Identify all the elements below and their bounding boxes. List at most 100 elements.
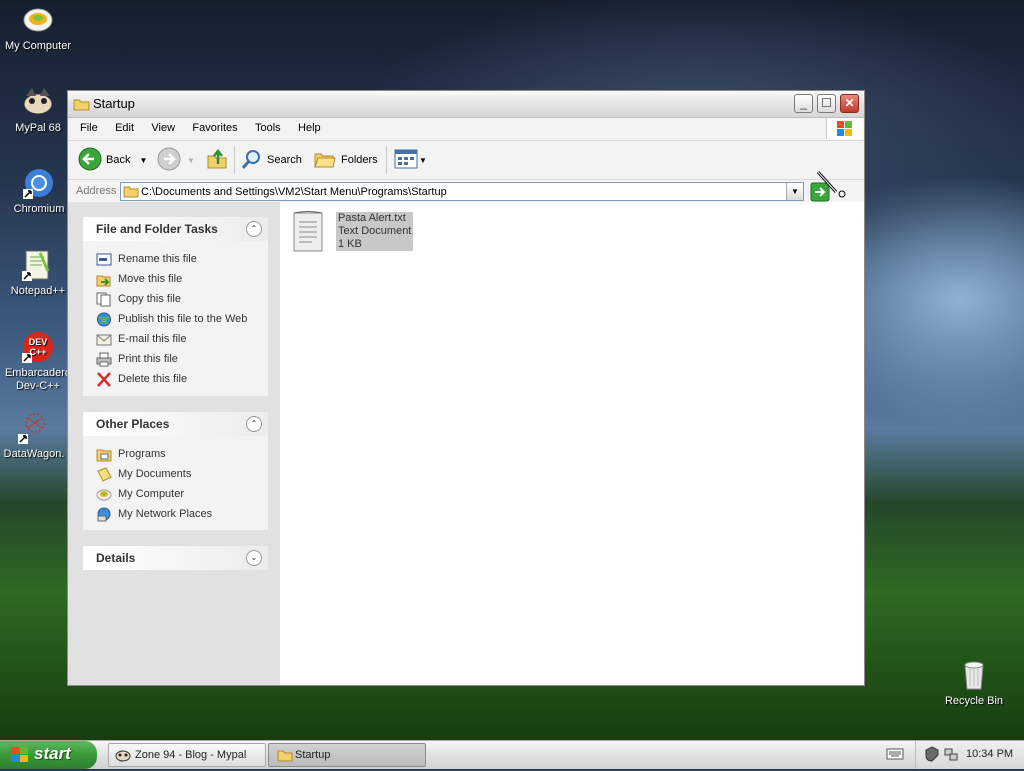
panel-header[interactable]: File and Folder Tasks ⌃ (83, 217, 268, 241)
desktop-icon-label: Notepad++ (10, 285, 66, 297)
place-my-network-places[interactable]: My Network Places (83, 504, 268, 524)
address-dropdown-icon[interactable]: ▼ (786, 183, 803, 200)
details-panel: Details ⌄ (83, 546, 268, 570)
close-button[interactable]: ✕ (840, 94, 859, 113)
forward-button[interactable]: ▼ (157, 147, 195, 172)
desktop-icon-my-computer[interactable]: My Computer (0, 4, 76, 53)
views-button[interactable]: ▼ (394, 148, 427, 172)
desktop-icon-datawagon[interactable]: DataWagon. (0, 412, 72, 461)
task-pane: File and Folder Tasks ⌃ Rename this file… (68, 202, 280, 685)
task-label: E-mail this file (118, 333, 187, 345)
task-rename[interactable]: Rename this file (83, 249, 268, 269)
desktop-icon-devcpp[interactable]: DEV C++ Embarcadero Dev-C++ (0, 331, 76, 393)
task-label: Delete this file (118, 373, 188, 385)
panel-title: Other Places (96, 417, 170, 431)
folders-label: Folders (341, 154, 378, 166)
task-label: Publish this file to the Web (118, 313, 248, 325)
panel-header[interactable]: Details ⌄ (83, 546, 268, 570)
task-copy[interactable]: Copy this file (83, 289, 268, 309)
expand-icon[interactable]: ⌄ (246, 550, 262, 566)
folders-icon (314, 148, 336, 173)
desktop-icon-recycle-bin[interactable]: Recycle Bin (936, 659, 1012, 708)
file-details: Pasta Alert.txt Text Document 1 KB (336, 212, 414, 251)
taskbar-item-label: Startup (295, 749, 331, 761)
mouse-cursor-icon (816, 170, 848, 205)
security-shield-icon[interactable] (924, 746, 940, 765)
desktop-icon-chromium[interactable]: Chromium (1, 167, 77, 216)
my-computer-icon (96, 487, 112, 502)
menu-edit[interactable]: Edit (108, 118, 141, 134)
task-label: Copy this file (118, 293, 181, 305)
taskbar-item-label: Zone 94 - Blog - Mypal (135, 749, 247, 761)
globe-icon (96, 312, 112, 327)
window-body: File and Folder Tasks ⌃ Rename this file… (68, 202, 864, 685)
search-button[interactable]: Search (241, 148, 302, 172)
taskbar-item-startup[interactable]: Startup (268, 743, 426, 767)
taskbar-item-mypal[interactable]: Zone 94 - Blog - Mypal (108, 743, 266, 767)
panel-title: File and Folder Tasks (96, 222, 218, 236)
menu-favorites[interactable]: Favorites (185, 118, 244, 134)
views-icon (394, 148, 418, 173)
file-type: Text Document (338, 225, 412, 237)
task-email[interactable]: E-mail this file (83, 329, 268, 349)
desktop-icon-mypal[interactable]: MyPal 68 (0, 86, 76, 135)
place-label: Programs (118, 448, 166, 460)
file-list-view: Pasta Alert.txt Text Document 1 KB (280, 202, 864, 685)
desktop-icon-label: DataWagon. (3, 448, 65, 460)
explorer-window: Startup _ ☐ ✕ File Edit View Favorites T… (67, 90, 865, 686)
desktop-icon-label: My Computer (4, 40, 72, 52)
recycle-bin-icon (958, 659, 990, 691)
menu-view[interactable]: View (144, 118, 182, 134)
system-tray: 10:34 PM (915, 741, 1024, 769)
desktop-icon-label: MyPal 68 (15, 122, 61, 134)
panel-title: Details (96, 551, 136, 565)
menu-tools[interactable]: Tools (248, 118, 288, 134)
start-label: start (34, 744, 71, 763)
task-delete[interactable]: Delete this file (83, 369, 268, 389)
back-label: Back (106, 154, 131, 166)
maximize-icon: ☐ (821, 96, 832, 110)
chevron-down-icon[interactable]: ▼ (139, 156, 147, 165)
task-print[interactable]: Print this file (83, 349, 268, 369)
task-publish[interactable]: Publish this file to the Web (83, 309, 268, 329)
back-button[interactable]: Back ▼ (78, 147, 147, 172)
task-label: Print this file (118, 353, 178, 365)
place-label: My Network Places (118, 508, 213, 520)
place-programs[interactable]: Programs (83, 444, 268, 464)
desktop-icon-notepadpp[interactable]: Notepad++ (0, 249, 76, 298)
address-field[interactable]: C:\Documents and Settings\VM2\Start Menu… (120, 182, 804, 201)
menu-help[interactable]: Help (291, 118, 328, 134)
menu-file[interactable]: File (73, 118, 105, 134)
task-move[interactable]: Move this file (83, 269, 268, 289)
panel-header[interactable]: Other Places ⌃ (83, 412, 268, 436)
place-my-computer[interactable]: My Computer (83, 484, 268, 504)
minimize-button[interactable]: _ (794, 94, 813, 113)
windows-logo-icon (826, 118, 863, 139)
folder-icon (73, 97, 90, 114)
folders-button[interactable]: Folders (314, 148, 378, 172)
network-icon[interactable] (943, 746, 959, 765)
keyboard-icon[interactable] (886, 747, 904, 764)
folder-icon (277, 748, 293, 770)
notepadpp-icon (22, 249, 54, 281)
task-label: Move this file (118, 273, 183, 285)
maximize-button[interactable]: ☐ (817, 94, 836, 113)
email-icon (96, 332, 112, 347)
start-button[interactable]: start (0, 741, 97, 769)
collapse-icon[interactable]: ⌃ (246, 221, 262, 237)
window-title: Startup (93, 96, 135, 111)
devcpp-icon: DEV C++ (22, 331, 54, 363)
toolbar: Back ▼ ▼ Search Folders ▼ (68, 141, 864, 180)
title-bar[interactable]: Startup _ ☐ ✕ (68, 91, 864, 118)
rename-icon (96, 252, 112, 267)
address-path: C:\Documents and Settings\VM2\Start Menu… (141, 186, 447, 198)
my-computer-icon (22, 4, 54, 36)
place-my-documents[interactable]: My Documents (83, 464, 268, 484)
move-icon (96, 272, 112, 287)
collapse-icon[interactable]: ⌃ (246, 416, 262, 432)
copy-icon (96, 292, 112, 307)
up-folder-button[interactable] (206, 148, 228, 172)
toolbar-separator (234, 146, 235, 174)
clock[interactable]: 10:34 PM (966, 748, 1013, 760)
text-document-icon (292, 210, 324, 252)
